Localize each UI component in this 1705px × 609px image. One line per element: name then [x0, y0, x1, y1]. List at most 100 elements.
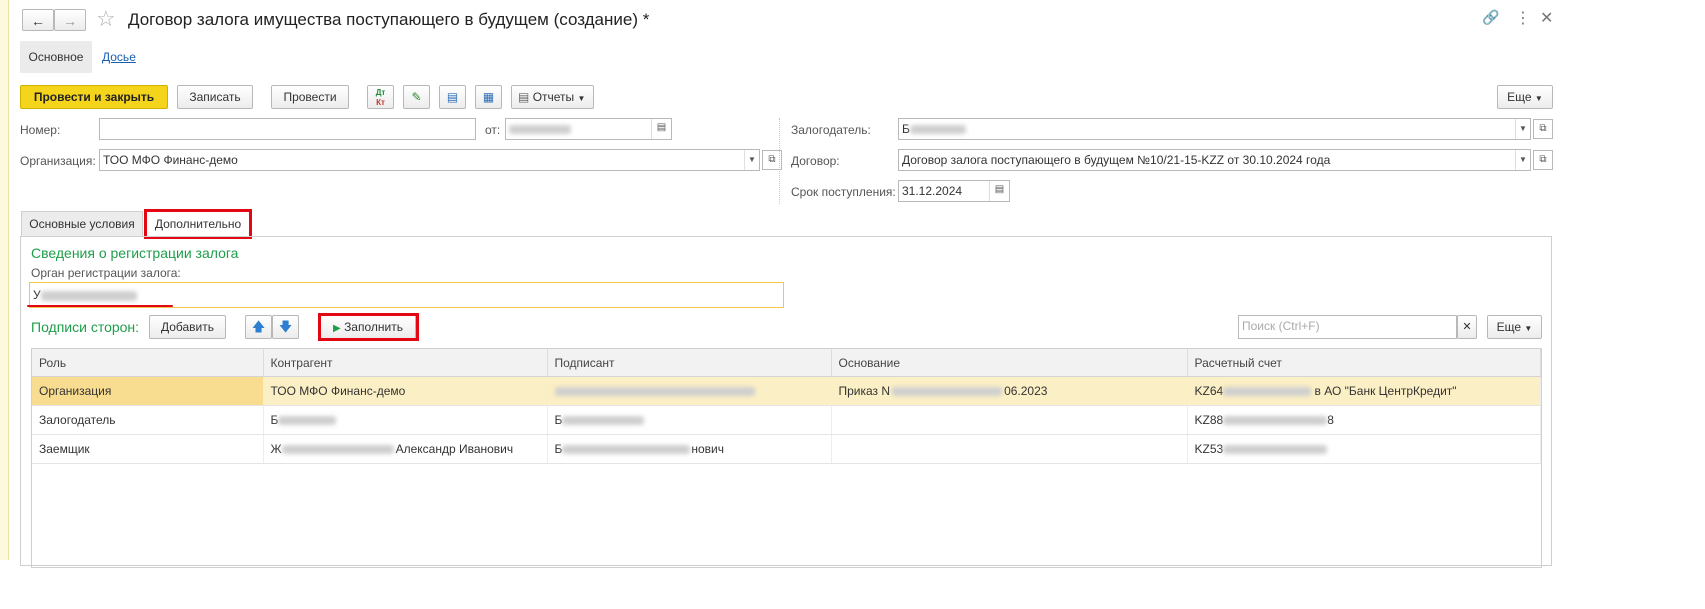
cell-counterparty: ТОО МФО Финанс-демо — [263, 376, 548, 406]
back-button[interactable]: ← — [22, 9, 54, 31]
highlight-fill-button — [318, 313, 419, 341]
cell-basis: Приказ N 06.2023 — [831, 376, 1188, 406]
tab-main-conditions[interactable]: Основные условия — [21, 211, 143, 236]
column-header-signer[interactable]: Подписант — [547, 349, 832, 377]
link-icon[interactable]: 🔗 — [1482, 9, 1499, 26]
edit-pen-icon[interactable]: ✎ — [403, 85, 430, 109]
organization-field[interactable]: ТОО МФО Финанс-демо ▼ — [99, 149, 760, 171]
column-header-account[interactable]: Расчетный счет — [1187, 349, 1541, 377]
highlight-tab-additional — [144, 209, 252, 239]
move-up-button[interactable]: 🡅 — [245, 315, 272, 339]
column-header-basis[interactable]: Основание — [831, 349, 1188, 377]
table-row[interactable]: Организация ТОО МФО Финанс-демо Приказ N… — [32, 376, 1541, 406]
more-button[interactable]: Еще ▼ — [1497, 85, 1553, 109]
signatures-table: Роль Контрагент Подписант Основание Расч… — [31, 348, 1542, 568]
move-down-button[interactable]: 🡇 — [272, 315, 299, 339]
organization-label: Организация: — [20, 154, 96, 168]
signatures-more-label: Еще — [1496, 320, 1522, 334]
open-pledger-icon[interactable]: ⧉ — [1533, 119, 1553, 139]
account-prefix: KZ88 — [1194, 413, 1224, 427]
pledger-label: Залогодатель: — [791, 123, 871, 137]
cell-counterparty: Ж Александр Иванович — [263, 434, 548, 464]
chevron-down-icon: ▼ — [1534, 94, 1543, 103]
chevron-down-icon[interactable]: ▼ — [744, 150, 759, 170]
post-button[interactable]: Провести — [271, 85, 349, 109]
term-field[interactable]: 31.12.2024 ▤ — [898, 180, 1010, 202]
cell-account: KZ88 8 — [1187, 405, 1541, 435]
cell-role: Заемщик — [32, 434, 264, 464]
pledger-field[interactable]: Б ▼ — [898, 118, 1531, 140]
account-suffix: 8 — [1327, 413, 1334, 427]
counterparty-blurred — [278, 416, 337, 426]
more-label: Еще — [1507, 90, 1532, 104]
column-header-role[interactable]: Роль — [32, 349, 264, 377]
table-row[interactable]: Залогодатель Б Б KZ88 8 — [32, 405, 1541, 435]
chevron-down-icon[interactable]: ▼ — [1515, 150, 1530, 170]
contract-field[interactable]: Договор залога поступающего в будущем №1… — [898, 149, 1531, 171]
cell-basis — [831, 434, 1188, 464]
calendar-icon[interactable]: ▤ — [651, 119, 671, 139]
registration-authority-blurred — [40, 290, 137, 301]
forward-button[interactable]: → — [54, 9, 86, 31]
organization-value: ТОО МФО Финанс-демо — [103, 153, 238, 167]
date-field[interactable]: ▤ — [505, 118, 672, 140]
table-header-row: Роль Контрагент Подписант Основание Расч… — [32, 349, 1541, 377]
red-underline — [27, 305, 173, 307]
post-and-close-button[interactable]: Провести и закрыть — [20, 85, 168, 109]
registration-authority-prefix: У — [33, 288, 41, 302]
account-prefix: KZ53 — [1194, 442, 1224, 456]
account-blurred — [1223, 416, 1328, 426]
contract-value: Договор залога поступающего в будущем №1… — [902, 153, 1331, 167]
debit-credit-icon[interactable]: Дт Кт — [367, 85, 394, 109]
column-divider — [779, 118, 780, 204]
close-icon[interactable]: ✕ — [1540, 8, 1553, 28]
cell-signer — [547, 376, 832, 406]
add-button[interactable]: Добавить — [149, 315, 226, 339]
search-input[interactable]: Поиск (Ctrl+F) — [1238, 315, 1457, 339]
account-blurred — [1223, 387, 1312, 397]
structure-icon[interactable]: ▤ — [439, 85, 466, 109]
registration-authority-label: Орган регистрации залога: — [31, 266, 181, 280]
date-value-blurred — [509, 125, 571, 135]
basis-suffix: 06.2023 — [1004, 384, 1048, 398]
date-label: от: — [485, 123, 501, 137]
favorite-star-icon[interactable]: ☆ — [96, 6, 116, 32]
chevron-down-icon: ▼ — [577, 94, 586, 103]
cell-role: Залогодатель — [32, 405, 264, 435]
pledger-value-prefix: Б — [902, 122, 910, 136]
cell-signer: Б — [547, 405, 832, 435]
column-header-counterparty[interactable]: Контрагент — [263, 349, 548, 377]
signatures-more-button[interactable]: Еще ▼ — [1487, 315, 1542, 339]
number-label: Номер: — [20, 123, 61, 137]
reports-label: Отчеты — [532, 90, 575, 104]
tab-main[interactable]: Основное — [20, 41, 92, 73]
contract-label: Договор: — [791, 154, 840, 168]
more-vert-icon[interactable]: ⋮ — [1515, 8, 1531, 28]
cell-role: Организация — [32, 376, 264, 406]
number-field[interactable] — [99, 118, 476, 140]
window-title: Договор залога имущества поступающего в … — [128, 10, 650, 29]
counterparty-text: ТОО МФО Финанс-демо — [270, 384, 406, 398]
pledger-value-blurred — [909, 125, 966, 135]
clear-search-button[interactable]: ✕ — [1457, 315, 1477, 339]
signer-blurred — [562, 416, 645, 426]
left-edge-strip — [0, 0, 9, 560]
cell-signer: Бнович — [547, 434, 832, 464]
open-contract-icon[interactable]: ⧉ — [1533, 150, 1553, 170]
counterparty-suffix: Александр Иванович — [395, 442, 514, 456]
document-export-icon[interactable]: ▦ — [475, 85, 502, 109]
account-blurred — [1223, 445, 1328, 455]
calendar-icon[interactable]: ▤ — [989, 181, 1009, 201]
signatures-section-title: Подписи сторон: — [31, 319, 140, 335]
reports-dropdown[interactable]: ▤ Отчеты ▼ — [511, 85, 594, 109]
counterparty-prefix: Б — [270, 413, 279, 427]
term-label: Срок поступления: — [791, 185, 896, 199]
report-icon: ▤ — [518, 90, 530, 104]
signer-blurred — [554, 387, 755, 397]
table-row[interactable]: Заемщик Ж Александр Иванович Бнович KZ53 — [32, 434, 1541, 464]
chevron-down-icon[interactable]: ▼ — [1515, 119, 1530, 139]
cell-account: KZ53 — [1187, 434, 1541, 464]
save-button[interactable]: Записать — [177, 85, 253, 109]
counterparty-blurred — [281, 445, 394, 455]
tab-dossier[interactable]: Досье — [102, 50, 136, 64]
